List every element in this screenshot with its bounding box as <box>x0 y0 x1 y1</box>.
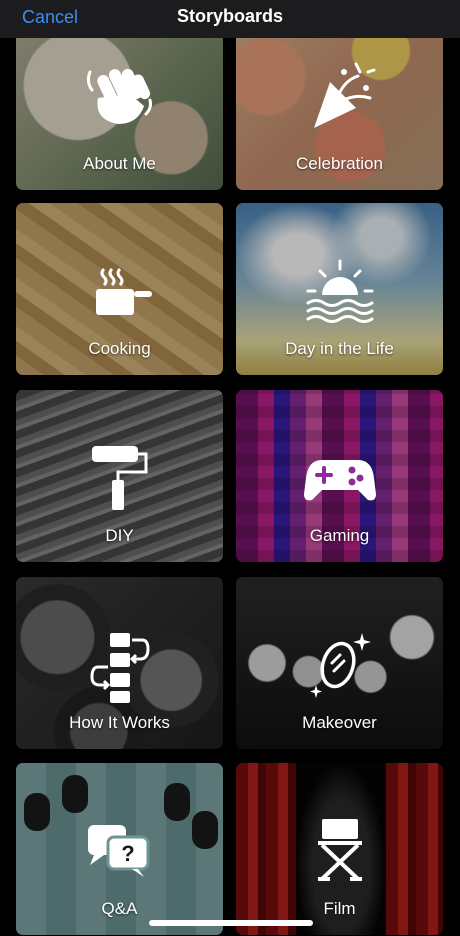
storyboard-tile-qa[interactable]: ? Q&A <box>16 763 223 935</box>
sunrise-icon <box>300 251 380 331</box>
storyboard-tile-celebration[interactable]: Celebration <box>236 16 443 190</box>
svg-text:?: ? <box>121 841 134 866</box>
tile-label: Celebration <box>296 154 383 173</box>
tile-label: How It Works <box>69 713 170 732</box>
home-indicator[interactable] <box>149 920 313 926</box>
party-popper-icon <box>300 54 380 134</box>
storyboard-tile-about-me[interactable]: About Me <box>16 16 223 190</box>
tile-label: Film <box>323 899 356 918</box>
flowchart-icon <box>80 625 160 705</box>
paint-roller-icon <box>80 438 160 518</box>
tile-label: Day in the Life <box>285 339 394 358</box>
game-controller-icon <box>300 438 380 518</box>
storyboard-tile-how-it-works[interactable]: How It Works <box>16 577 223 749</box>
cooking-pot-icon <box>80 251 160 331</box>
tile-label: Gaming <box>309 526 370 545</box>
tile-label: Makeover <box>302 713 377 732</box>
tile-label: Q&A <box>101 899 138 918</box>
storyboard-tile-diy[interactable]: DIY <box>16 390 223 562</box>
speech-bubbles-question-icon: ? <box>80 811 160 891</box>
storyboard-tile-cooking[interactable]: Cooking <box>16 203 223 375</box>
page-title: Storyboards <box>176 6 284 26</box>
storyboard-tile-gaming[interactable]: Gaming <box>236 390 443 562</box>
tile-label: DIY <box>105 526 134 545</box>
hand-wave-icon <box>80 54 160 134</box>
directors-chair-icon <box>300 811 380 891</box>
storyboard-grid: About Me Celebration Cooking Day in the … <box>0 0 460 936</box>
storyboard-tile-day-in-the-life[interactable]: Day in the Life <box>236 203 443 375</box>
storyboard-tile-film[interactable]: Film <box>236 763 443 935</box>
storyboard-tile-makeover[interactable]: Makeover <box>236 577 443 749</box>
tile-label: About Me <box>83 154 156 173</box>
mirror-sparkle-icon <box>300 627 380 707</box>
tile-label: Cooking <box>88 339 151 358</box>
navigation-bar: Cancel Storyboards <box>0 0 460 38</box>
